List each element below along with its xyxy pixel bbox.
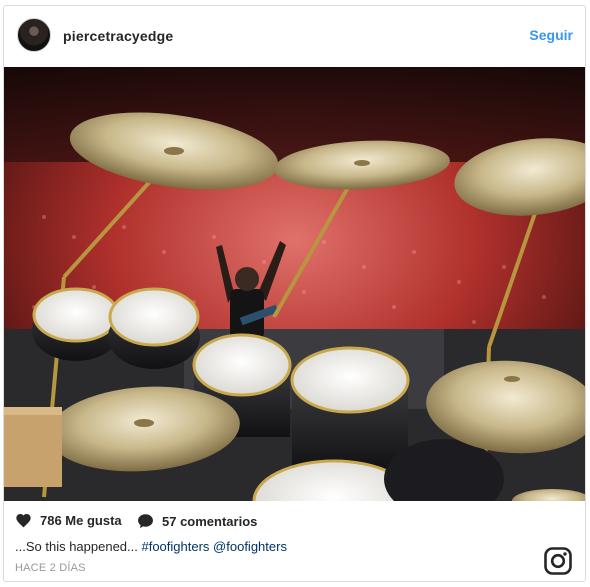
timestamp[interactable]: HACE 2 DÍAS [15,562,86,574]
avatar[interactable] [17,18,51,52]
comments-count[interactable]: 57 comentarios [137,513,257,529]
username-link[interactable]: piercetracyedge [63,28,173,44]
likes-label: 786 Me gusta [40,513,122,528]
post-photo[interactable] [4,67,585,501]
likes-count[interactable]: 786 Me gusta [15,513,122,528]
speech-bubble-icon [138,514,153,529]
post-header: piercetracyedge Seguir [4,6,585,66]
post-caption: ...So this happened... #foofighters @foo… [15,539,287,554]
mention-link[interactable]: @foofighters [213,539,287,554]
instagram-embed-card: piercetracyedge Seguir 786 Me gusta 57 c… [3,5,586,582]
caption-text: ...So this happened... [15,539,142,554]
instagram-logo-icon[interactable] [544,547,572,575]
concert-photo-illustration [4,67,585,501]
hashtag-link[interactable]: #foofighters [141,539,209,554]
post-footer: 786 Me gusta 57 comentarios ...So this h… [4,501,585,581]
comments-label: 57 comentarios [162,513,258,529]
follow-button[interactable]: Seguir [529,27,573,43]
heart-icon [16,514,31,528]
